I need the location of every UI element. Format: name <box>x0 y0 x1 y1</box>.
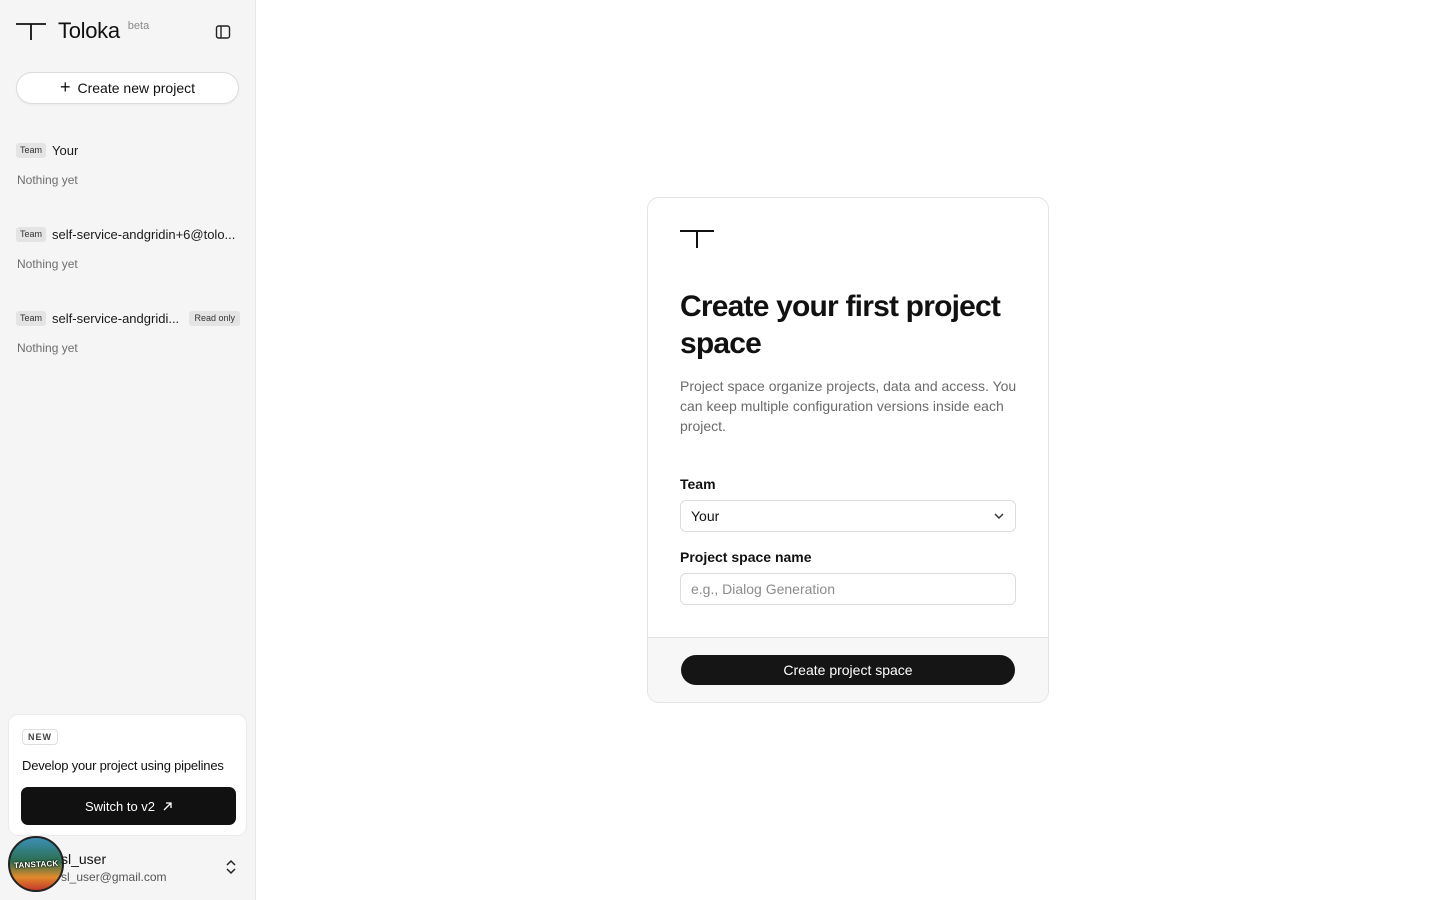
switch-to-v2-button[interactable]: Switch to v2 <box>21 787 236 825</box>
create-project-space-button[interactable]: Create project space <box>681 655 1015 685</box>
team-badge: Team <box>16 310 47 326</box>
create-new-project-label: Create new project <box>77 80 196 96</box>
card-description: Project space organize projects, data an… <box>680 378 1017 434</box>
read-only-badge: Read only <box>189 310 240 326</box>
empty-state-text: Nothing yet <box>17 257 78 271</box>
create-project-space-card: Create your first project space Project … <box>647 197 1049 703</box>
team-select[interactable]: Your <box>680 500 1016 532</box>
team-group-self-service-readonly: Team self-service-andgridi... Read only … <box>16 309 240 355</box>
empty-state-text: Nothing yet <box>17 341 78 355</box>
project-space-name-label: Project space name <box>680 549 812 565</box>
page-title: Create your first project space <box>680 290 1001 360</box>
switch-to-v2-label: Switch to v2 <box>84 798 156 814</box>
team-row[interactable]: Team Your <box>16 141 240 159</box>
arrow-up-right-icon <box>163 801 172 810</box>
app-name: Toloka <box>58 18 120 43</box>
team-field-label: Team <box>680 476 716 492</box>
user-menu[interactable]: TANSTACK sl_user sl_user@gmail.com <box>8 836 248 892</box>
team-name: self-service-andgridi... <box>52 310 180 326</box>
toloka-logo-icon <box>16 23 46 40</box>
team-name: self-service-andgridin+6@tolo... <box>52 226 236 242</box>
pipelines-promo: NEW Develop your project using pipelines… <box>8 714 247 836</box>
team-row[interactable]: Team self-service-andgridi... Read only <box>16 309 240 327</box>
chevron-down-icon <box>994 513 1004 519</box>
team-badge: Team <box>16 142 47 158</box>
user-email: sl_user@gmail.com <box>61 870 167 884</box>
sidebar: Toloka beta + Create new project Team Yo… <box>0 0 256 900</box>
brand[interactable]: Toloka beta <box>16 18 149 44</box>
avatar: TANSTACK <box>8 836 64 892</box>
toloka-logo-icon <box>680 230 714 248</box>
team-name: Your <box>52 142 79 158</box>
project-space-name-input[interactable] <box>680 573 1016 605</box>
team-group-self-service-6: Team self-service-andgridin+6@tolo... No… <box>16 225 240 271</box>
sidebar-toggle-icon[interactable] <box>213 22 233 42</box>
promo-title: Develop your project using pipelines <box>22 758 224 773</box>
new-tag: NEW <box>22 729 58 745</box>
create-new-project-button[interactable]: + Create new project <box>16 72 239 104</box>
team-badge: Team <box>16 226 47 242</box>
card-footer: Create project space <box>648 637 1048 702</box>
team-row[interactable]: Team self-service-andgridin+6@tolo... <box>16 225 240 243</box>
team-group-your: Team Your Nothing yet <box>16 141 240 187</box>
beta-badge: beta <box>127 20 150 32</box>
avatar-text: TANSTACK <box>13 858 59 870</box>
user-name: sl_user <box>61 851 107 867</box>
empty-state-text: Nothing yet <box>17 173 78 187</box>
plus-icon: + <box>59 77 71 97</box>
team-select-value: Your <box>691 508 720 524</box>
chevron-up-down-icon[interactable] <box>224 858 238 876</box>
